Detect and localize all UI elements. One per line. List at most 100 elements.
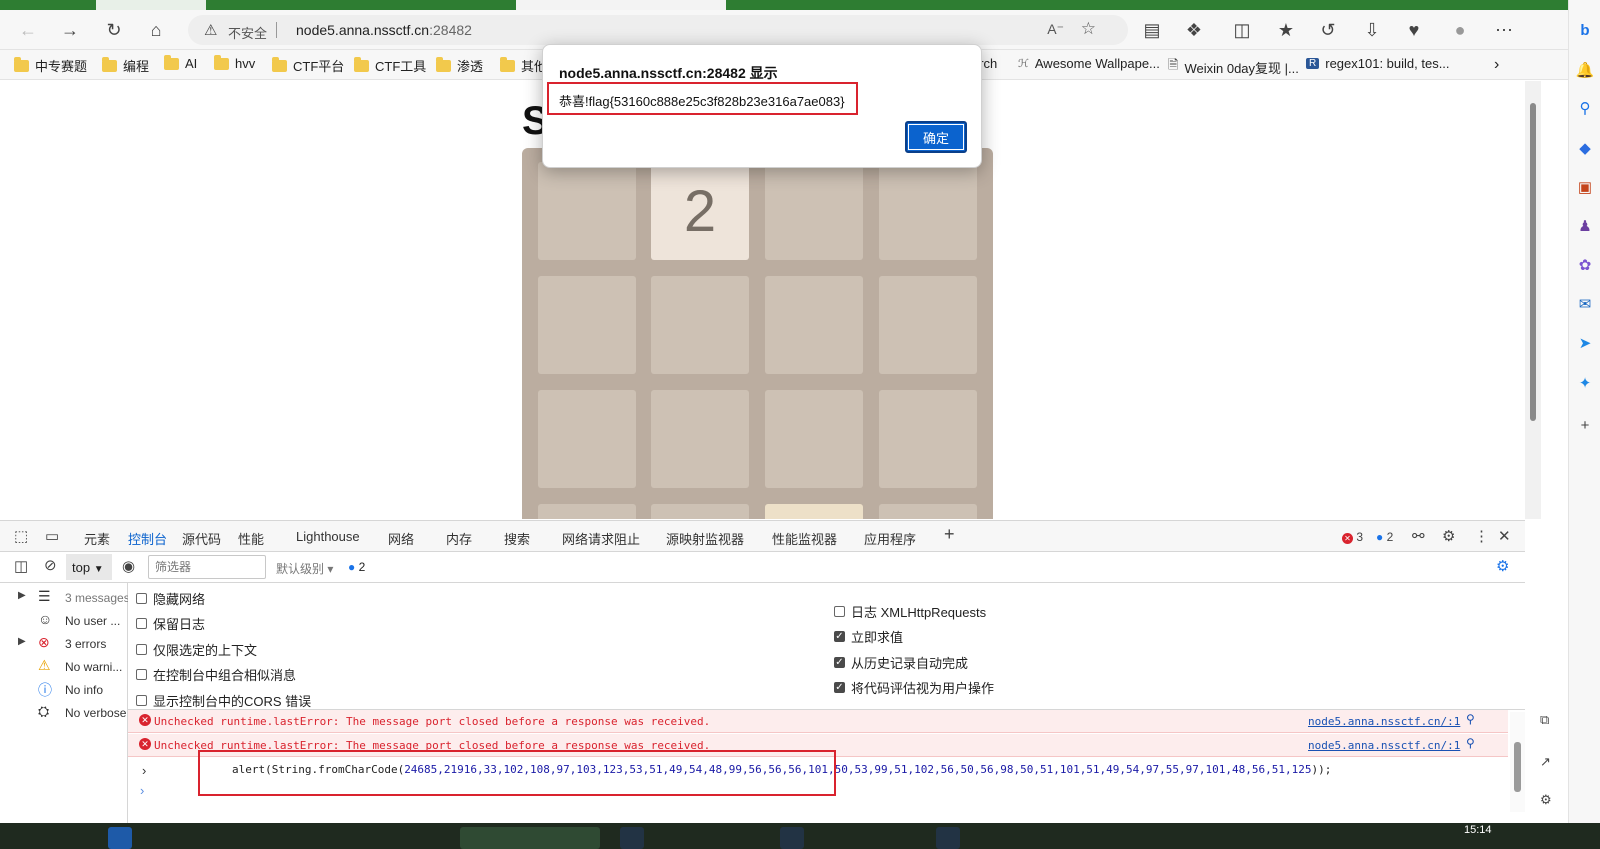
add-tab-icon[interactable]: + [944, 524, 955, 545]
tab-console[interactable]: 控制台 [123, 529, 172, 557]
microsoft365-icon[interactable]: ✿ [1575, 255, 1595, 275]
games-icon[interactable]: ♟ [1575, 216, 1595, 236]
favorites-icon[interactable]: ★ [1272, 16, 1300, 44]
checkbox-box-checked[interactable]: ✓ [834, 631, 845, 642]
shopping-tag-icon[interactable]: ◆ [1575, 138, 1595, 158]
context-selector[interactable]: top ▼ [66, 554, 112, 580]
taskbar-app[interactable] [936, 827, 960, 849]
notification-bell-icon[interactable]: 🔔 [1575, 60, 1595, 80]
issues-badge[interactable]: ● 2 [348, 560, 365, 574]
checkbox-box[interactable] [136, 618, 147, 629]
group-similar-checkbox[interactable]: 在控制台中组合相似消息 [136, 665, 296, 684]
checkbox-box[interactable] [136, 695, 147, 706]
checkbox-box[interactable] [136, 669, 147, 680]
console-settings-gear-icon[interactable]: ⚙ [1496, 557, 1509, 575]
performance-icon[interactable]: ♥ [1400, 16, 1428, 44]
expand-triangle-icon[interactable]: ▶ [18, 590, 26, 601]
sidebar-item-verbose[interactable]: ⛭ No verbose [0, 702, 128, 725]
error-counter[interactable]: ✕ 3 [1342, 530, 1363, 544]
split-screen-icon[interactable]: ◫ [1228, 16, 1256, 44]
checkbox-box[interactable] [834, 606, 845, 617]
open-external-icon[interactable]: ↗ [1540, 754, 1551, 770]
taskbar-app-active[interactable] [460, 827, 600, 849]
sidebar-item-warnings[interactable]: ⚠ No warni... [0, 656, 128, 679]
treat-eval-as-user-action-checkbox[interactable]: ✓ 将代码评估视为用户操作 [834, 678, 994, 697]
back-arrow-icon[interactable]: ← [14, 16, 42, 44]
more-menu-icon[interactable]: ⋯ [1490, 16, 1518, 44]
bookmark-folder-0[interactable]: 中专赛题 [14, 56, 87, 75]
close-devtools-icon[interactable]: ✕ [1498, 527, 1511, 545]
live-expression-eye-icon[interactable]: ◉ [122, 557, 135, 575]
bookmark-link-10[interactable]: 🗎 Weixin 0day复现 |... [1168, 56, 1299, 78]
forward-arrow-icon[interactable]: → [56, 16, 84, 44]
profile-avatar-icon[interactable]: ● [1446, 16, 1474, 44]
error-source-link[interactable]: node5.anna.nssctf.cn/:1 [1308, 739, 1460, 752]
checkbox-box[interactable] [136, 593, 147, 604]
taskbar-app[interactable] [108, 827, 132, 849]
bing-copilot-icon[interactable]: b [1575, 20, 1595, 40]
page-scrollbar[interactable] [1525, 81, 1541, 519]
clear-console-icon[interactable]: ⊘ [44, 556, 57, 574]
selected-context-only-checkbox[interactable]: 仅限选定的上下文 [136, 640, 257, 659]
drop-icon[interactable]: ✦ [1575, 373, 1595, 393]
inspect-element-icon[interactable]: ⬚ [14, 527, 28, 545]
eager-evaluation-checkbox[interactable]: ✓ 立即求值 [834, 627, 903, 646]
tab-performance[interactable]: 性能 [238, 529, 264, 548]
tab-sources[interactable]: 源代码 [182, 529, 221, 548]
dock-icon[interactable]: ⧉ [1540, 712, 1549, 728]
bookmark-folder-3[interactable]: hvv [214, 54, 255, 71]
scrollbar-thumb[interactable] [1530, 103, 1536, 421]
add-icon[interactable]: + [1575, 415, 1595, 435]
expand-chevron-icon[interactable]: › [142, 763, 146, 778]
sidebar-toggle-icon[interactable]: ◫ [14, 557, 28, 575]
browser-tab-active[interactable] [516, 0, 726, 10]
console-scrollbar[interactable] [1510, 712, 1525, 812]
refresh-icon[interactable]: ↻ [100, 16, 128, 44]
bookmark-folder-1[interactable]: 编程 [102, 56, 149, 75]
url-text[interactable]: node5.anna.nssctf.cn:28482 [296, 22, 472, 38]
expand-triangle-icon[interactable]: ▶ [18, 636, 26, 647]
tab-lighthouse[interactable]: Lighthouse [296, 529, 360, 544]
bookmark-folder-2[interactable]: AI [164, 54, 197, 71]
checkbox-box[interactable] [136, 644, 147, 655]
favorite-star-icon[interactable]: ☆ [1081, 19, 1096, 39]
bookmark-folder-5[interactable]: CTF工具 [354, 56, 426, 75]
tab-search[interactable]: 搜索 [504, 529, 530, 548]
tab-performance-monitor[interactable]: 性能监视器 [772, 529, 837, 548]
send-icon[interactable]: ➤ [1575, 333, 1595, 353]
sidebar-item-info[interactable]: ⓘ No info [0, 679, 128, 702]
bookmarks-overflow-chevron-icon[interactable]: › [1494, 56, 1499, 74]
history-icon[interactable]: ↺ [1314, 16, 1342, 44]
bookmark-folder-7[interactable]: 其他 [500, 56, 547, 75]
log-level-dropdown[interactable]: 默认级别 ▾ [276, 560, 333, 577]
taskbar-app[interactable] [620, 827, 644, 849]
sidebar-item-errors[interactable]: ▶ ⊗ 3 errors [0, 633, 128, 656]
preserve-log-checkbox[interactable]: 保留日志 [136, 614, 205, 633]
ok-button[interactable]: 确定 [905, 121, 967, 153]
home-icon[interactable]: ⌂ [142, 16, 170, 44]
scrollbar-thumb[interactable] [1514, 742, 1521, 792]
bookmark-folder-6[interactable]: 渗透 [436, 56, 483, 75]
address-bar[interactable]: ⚠ 不安全 node5.anna.nssctf.cn:28482 A⁻ ☆ [188, 15, 1128, 45]
more-options-icon[interactable]: ⋮ [1474, 527, 1489, 545]
collections-icon[interactable]: ▤ [1138, 16, 1166, 44]
error-source-link[interactable]: node5.anna.nssctf.cn/:1 [1308, 715, 1460, 728]
tab-network[interactable]: 网络 [388, 529, 414, 548]
tab-source-map-monitor[interactable]: 源映射监视器 [666, 529, 744, 548]
bookmark-folder-4[interactable]: CTF平台 [272, 56, 344, 75]
outlook-icon[interactable]: ✉ [1575, 294, 1595, 314]
autocomplete-history-checkbox[interactable]: ✓ 从历史记录自动完成 [834, 653, 968, 672]
tab-elements[interactable]: 元素 [84, 529, 110, 548]
show-cors-errors-checkbox[interactable]: 显示控制台中的CORS 错误 [136, 691, 311, 710]
taskbar-app[interactable] [780, 827, 804, 849]
filter-input[interactable] [148, 555, 266, 579]
settings-gear-icon[interactable]: ⚙ [1442, 527, 1455, 545]
search-icon[interactable]: ⚲ [1466, 736, 1475, 750]
console-prompt-chevron-icon[interactable]: › [140, 783, 144, 798]
checkbox-box-checked[interactable]: ✓ [834, 682, 845, 693]
bookmark-link-11[interactable]: Rregex101: build, tes... [1306, 56, 1450, 71]
search-icon[interactable]: ⚲ [1466, 712, 1475, 726]
log-xhr-checkbox[interactable]: 日志 XMLHttpRequests [834, 602, 986, 621]
tab-application[interactable]: 应用程序 [864, 529, 916, 548]
bookmark-link-9[interactable]: ℋ Awesome Wallpape... [1018, 56, 1160, 71]
